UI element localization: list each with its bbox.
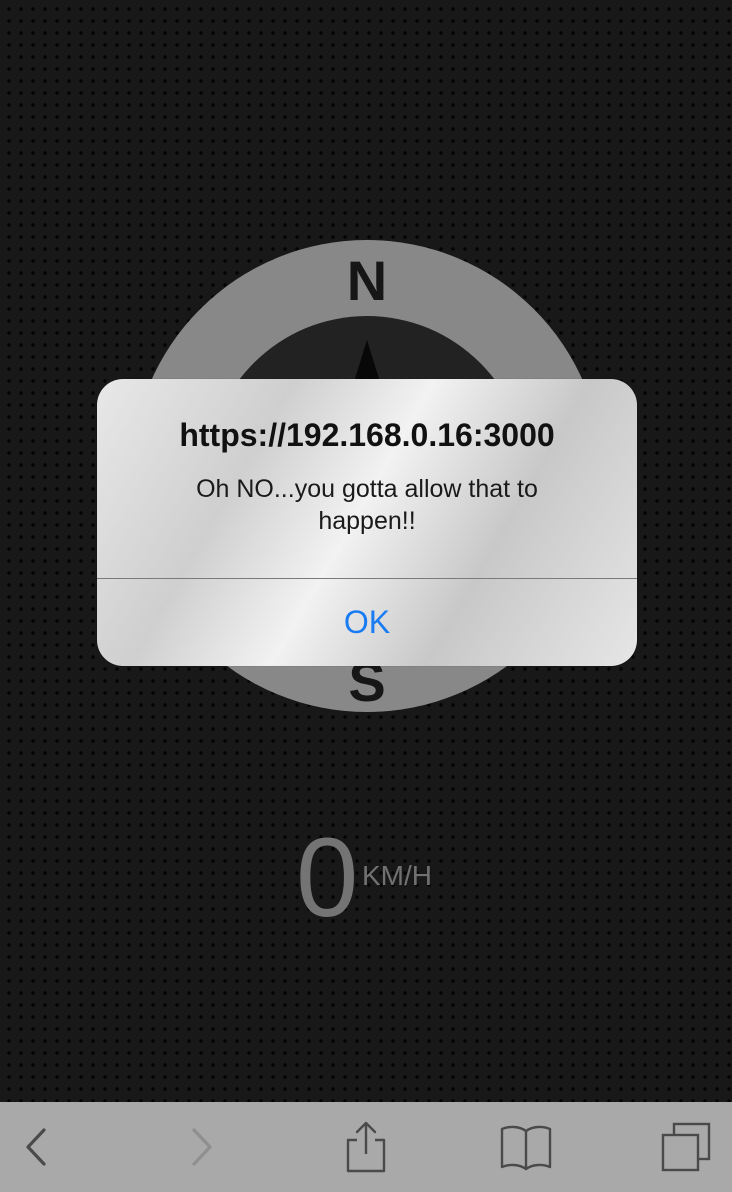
tabs-button[interactable] [650, 1102, 722, 1192]
bookmarks-button[interactable] [490, 1102, 562, 1192]
back-button[interactable] [0, 1102, 72, 1192]
tabs-icon [661, 1122, 711, 1172]
ok-button[interactable]: OK [97, 579, 637, 666]
chevron-left-icon [26, 1128, 46, 1166]
share-button[interactable] [330, 1102, 402, 1192]
alert-dialog: https://192.168.0.16:3000 Oh NO...you go… [97, 379, 637, 666]
forward-button[interactable] [166, 1102, 238, 1192]
alert-message: Oh NO...you gotta allow that to happen!! [196, 475, 538, 535]
share-icon [346, 1121, 386, 1173]
bookmarks-icon [500, 1125, 552, 1171]
browser-toolbar [0, 1102, 732, 1192]
chevron-right-icon [192, 1128, 212, 1166]
alert-title: https://192.168.0.16:3000 [179, 417, 555, 453]
